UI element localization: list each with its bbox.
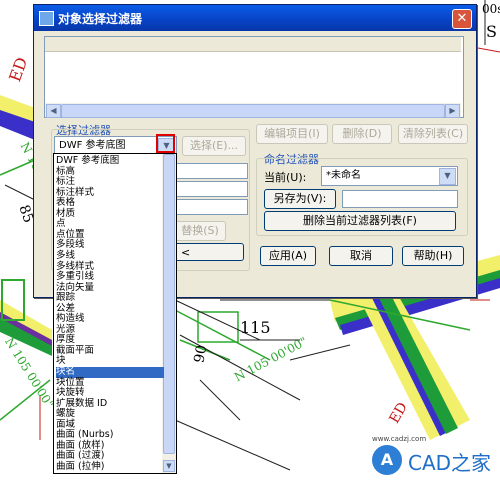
edit-item-button[interactable]: 编辑项目(I) [256, 124, 328, 144]
filter-list-header [45, 37, 461, 52]
close-button[interactable]: ✕ [452, 9, 472, 29]
z-field[interactable] [176, 199, 248, 215]
filter-list[interactable]: ◀ ▶ [44, 36, 464, 118]
cad-label-90: 90 [191, 343, 211, 365]
clear-list-button[interactable]: 清除列表(C) [398, 124, 468, 144]
dropdown-scrollbar[interactable]: ▼ [162, 154, 176, 473]
cad-label-115: 115 [240, 318, 271, 337]
filter-type-dropdown-list[interactable]: ▼ DWF 参考底图 标高 标注 标注样式 表格 材质点点位置 多段线 多线 多线样式 多重引线法… [53, 153, 177, 474]
title-bar[interactable]: 对象选择过滤器 ✕ [34, 5, 476, 31]
watermark-site: www.cadzj.com [372, 435, 427, 443]
select-button[interactable]: 选择(E)... [182, 136, 246, 156]
watermark-logo: A CAD之家 www.cadzj.com [372, 435, 498, 477]
save-as-button[interactable]: 另存为(V): [264, 189, 336, 209]
cad-label-s: S [486, 22, 497, 41]
delete-button[interactable]: 删除(D) [332, 124, 392, 144]
help-button[interactable]: 帮助(H) [402, 246, 464, 266]
cancel-button[interactable]: 取消 [329, 246, 393, 266]
dropdown-item[interactable]: 曲面 (拉伸) [56, 461, 164, 473]
cad-label-top-right: 00s [482, 2, 500, 16]
delete-current-filter-list-button[interactable]: 删除当前过滤器列表(F) [264, 211, 456, 231]
current-label: 当前(U): [264, 171, 307, 184]
scroll-down-arrow-icon[interactable]: ▼ [163, 460, 175, 472]
y-field[interactable] [176, 181, 248, 197]
current-filter-combo[interactable]: *未命名 ▼ [321, 166, 458, 186]
scroll-thumb[interactable] [61, 104, 445, 118]
chevron-down-icon[interactable]: ▼ [439, 168, 456, 185]
scroll-left-arrow-icon[interactable]: ◀ [46, 104, 61, 118]
dialog-title: 对象选择过滤器 [58, 12, 143, 26]
save-as-name-field[interactable] [342, 190, 458, 208]
back-button[interactable]: < [174, 243, 244, 261]
x-field[interactable] [176, 163, 248, 179]
logo-icon: A [372, 445, 402, 475]
replace-button[interactable]: 替换(S) [174, 221, 226, 241]
dropdown-scroll-thumb[interactable] [163, 154, 175, 454]
current-filter-value: *未命名 [326, 170, 361, 181]
dropdown-item[interactable]: 截面平面 [56, 345, 164, 357]
app-icon [39, 11, 54, 26]
dropdown-item[interactable]: 材质 [56, 208, 164, 220]
highlight-box [156, 134, 175, 153]
watermark-brand: CAD之家 [408, 451, 492, 475]
apply-button[interactable]: 应用(A) [260, 246, 316, 266]
scroll-right-arrow-icon[interactable]: ▶ [445, 104, 460, 118]
horizontal-scrollbar[interactable]: ◀ ▶ [45, 103, 461, 118]
